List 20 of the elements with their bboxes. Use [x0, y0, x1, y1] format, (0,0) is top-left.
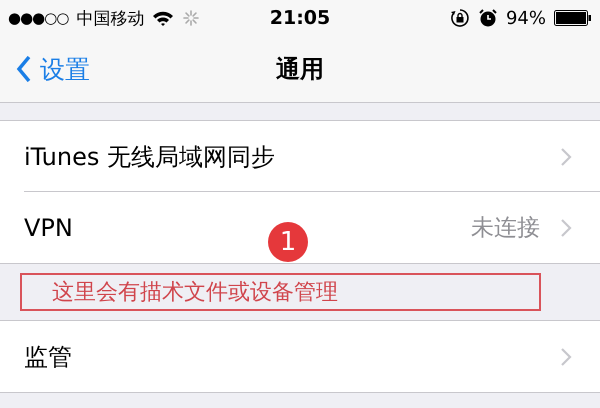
battery-icon	[554, 9, 592, 27]
loading-spinner-icon	[182, 9, 200, 27]
screen-title: 通用	[276, 54, 324, 85]
row-label: 监管	[24, 342, 72, 372]
rotation-lock-icon	[450, 8, 470, 28]
signal-strength: ●●●○○	[8, 9, 68, 27]
back-chevron-icon	[16, 55, 32, 83]
row-label: VPN	[24, 214, 73, 242]
alarm-clock-icon	[478, 8, 498, 28]
annotation-text: 这里会有描术文件或设备管理	[52, 279, 338, 307]
back-button[interactable]: 设置	[12, 48, 94, 90]
chevron-right-icon	[560, 146, 572, 166]
battery-percentage: 94%	[506, 8, 546, 28]
chevron-right-icon	[560, 346, 572, 366]
wifi-icon	[152, 10, 174, 26]
carrier-name: 中国移动	[76, 8, 144, 30]
row-label: iTunes 无线局域网同步	[24, 142, 276, 172]
row-status: 未连接	[471, 214, 540, 243]
chevron-right-icon	[560, 218, 572, 238]
clock-time: 21:05	[270, 7, 330, 29]
